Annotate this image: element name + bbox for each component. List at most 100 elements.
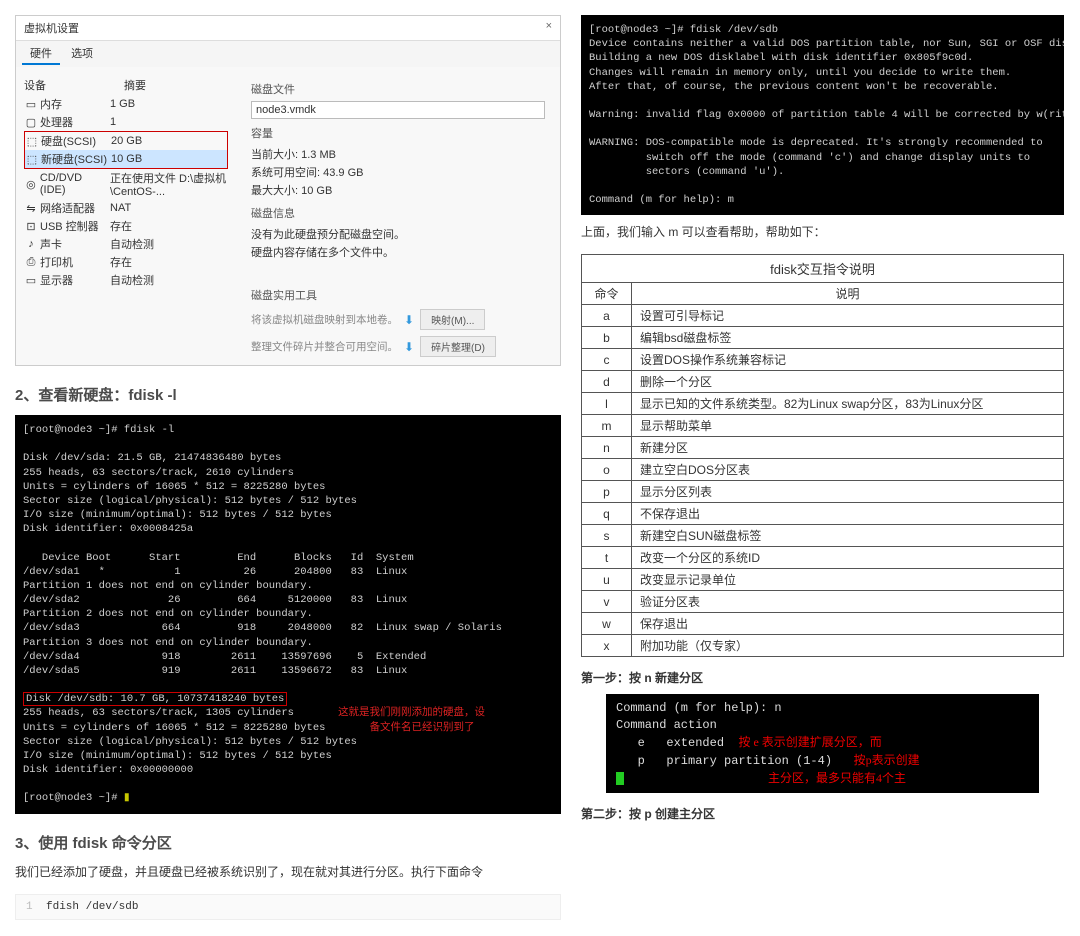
device-icon: ▢: [24, 116, 38, 128]
cursor-icon: [616, 772, 624, 785]
col-summary: 摘要: [124, 77, 146, 93]
table-row: a设置可引导标记: [582, 305, 1064, 327]
tab-hardware[interactable]: 硬件: [22, 43, 60, 65]
table-row: q不保存退出: [582, 503, 1064, 525]
device-icon: ▭: [24, 274, 38, 286]
device-icon: ⇋: [24, 202, 38, 214]
device-summary: 存在: [110, 218, 228, 234]
cmd-cell: q: [582, 503, 632, 525]
table-row: m显示帮助菜单: [582, 415, 1064, 437]
code-content: fdish /dev/sdb: [46, 901, 138, 913]
disk-info-2: 硬盘内容存储在多个文件中。: [251, 243, 545, 261]
cmd-cell: u: [582, 569, 632, 591]
table-row: o建立空白DOS分区表: [582, 459, 1064, 481]
device-row[interactable]: ⬚硬盘(SCSI)20 GB: [25, 132, 227, 150]
device-summary: 1: [110, 116, 228, 128]
device-name: 内存: [40, 96, 62, 112]
tab-options[interactable]: 选项: [63, 43, 101, 63]
close-icon[interactable]: ×: [546, 20, 552, 32]
device-row[interactable]: ▭显示器自动检测: [24, 271, 228, 289]
device-name: 显示器: [40, 272, 73, 288]
terminal-fdisk-sdb: [root@node3 ~]# fdisk /dev/sdb Device co…: [581, 15, 1064, 215]
terminal-fdisk-l: [root@node3 ~]# fdisk -l Disk /dev/sda: …: [15, 415, 561, 814]
device-summary: 存在: [110, 254, 228, 270]
th-command: 命令: [582, 283, 632, 305]
device-icon: ⎙: [24, 256, 38, 268]
desc-cell: 编辑bsd磁盘标签: [632, 327, 1064, 349]
disk-info-label: 磁盘信息: [251, 205, 545, 221]
device-row[interactable]: ▭内存1 GB: [24, 95, 228, 113]
desc-cell: 保存退出: [632, 613, 1064, 635]
desc-cell: 新建空白SUN磁盘标签: [632, 525, 1064, 547]
desc-cell: 显示已知的文件系统类型。82为Linux swap分区，83为Linux分区: [632, 393, 1064, 415]
help-note: 上面，我们输入 m 可以查看帮助，帮助如下：: [581, 223, 1064, 242]
col-device: 设备: [24, 77, 124, 93]
device-name: 新硬盘(SCSI): [41, 151, 107, 167]
step-2-label: 第二步：按 p 创建主分区: [581, 805, 1064, 822]
device-summary: 20 GB: [111, 135, 227, 147]
code-snippet: 1 fdish /dev/sdb: [15, 894, 561, 920]
desc-cell: 建立空白DOS分区表: [632, 459, 1064, 481]
util-text-2: 整理文件碎片并整合可用空间。: [251, 339, 398, 354]
desc-cell: 改变显示记录单位: [632, 569, 1064, 591]
max-size: 最大大小: 10 GB: [251, 181, 545, 199]
cmd-cell: c: [582, 349, 632, 371]
desc-cell: 不保存退出: [632, 503, 1064, 525]
table-row: x附加功能（仅专家）: [582, 635, 1064, 657]
cmd-cell: l: [582, 393, 632, 415]
table-row: l显示已知的文件系统类型。82为Linux swap分区，83为Linux分区: [582, 393, 1064, 415]
line-number: 1: [26, 901, 46, 913]
cmd-cell: a: [582, 305, 632, 327]
device-icon: ⊡: [24, 220, 38, 232]
cmd-cell: v: [582, 591, 632, 613]
note-extended: 按 e 表示创建扩展分区，而: [738, 735, 881, 749]
download-icon: ⬇: [404, 340, 414, 354]
step-1-label: 第一步：按 n 新建分区: [581, 669, 1064, 686]
table-row: n新建分区: [582, 437, 1064, 459]
device-icon: ◎: [24, 178, 38, 190]
disk-file-input[interactable]: node3.vmdk: [251, 101, 545, 119]
body-text-3: 我们已经添加了硬盘，并且硬盘已经被系统识别了，现在就对其进行分区。执行下面命令: [15, 863, 561, 882]
device-row[interactable]: ⎙打印机存在: [24, 253, 228, 271]
device-row[interactable]: ⇋网络适配器 NAT: [24, 199, 228, 217]
device-row[interactable]: ◎CD/DVD (IDE)正在使用文件 D:\虚拟机\CentOS-...: [24, 169, 228, 199]
desc-cell: 设置可引导标记: [632, 305, 1064, 327]
disk-file-label: 磁盘文件: [251, 81, 545, 97]
desc-cell: 附加功能（仅专家）: [632, 635, 1064, 657]
table-row: v验证分区表: [582, 591, 1064, 613]
cmd-cell: n: [582, 437, 632, 459]
cmd-cell: b: [582, 327, 632, 349]
device-icon: ♪: [24, 238, 38, 250]
table-row: u改变显示记录单位: [582, 569, 1064, 591]
device-name: 网络适配器: [40, 200, 95, 216]
device-name: 处理器: [40, 114, 73, 130]
device-row[interactable]: ♪声卡 自动检测: [24, 235, 228, 253]
device-icon: ⬚: [25, 153, 39, 165]
table-row: w保存退出: [582, 613, 1064, 635]
capacity-label: 容量: [251, 125, 545, 141]
device-row[interactable]: ⊡USB 控制器存在: [24, 217, 228, 235]
th-description: 说明: [632, 283, 1064, 305]
cmd-cell: s: [582, 525, 632, 547]
device-row[interactable]: ▢处理器 1: [24, 113, 228, 131]
device-summary: 10 GB: [111, 153, 227, 165]
table-row: s新建空白SUN磁盘标签: [582, 525, 1064, 547]
current-size: 当前大小: 1.3 MB: [251, 145, 545, 163]
dialog-title: 虚拟机设置: [24, 23, 79, 35]
device-summary: NAT: [110, 202, 228, 214]
annotation-2: 备文件名已经识别到了: [370, 722, 475, 733]
sdb-highlight: Disk /dev/sdb: 10.7 GB, 10737418240 byte…: [23, 692, 287, 706]
device-name: 声卡: [40, 236, 62, 252]
defrag-button[interactable]: 碎片整理(D): [420, 336, 496, 357]
device-row[interactable]: ⬚新硬盘(SCSI) 10 GB: [25, 150, 227, 168]
device-summary: 自动检测: [110, 236, 228, 252]
table-row: c设置DOS操作系统兼容标记: [582, 349, 1064, 371]
note-primary-2: 主分区，最多只能有4个主: [768, 771, 906, 785]
heading-2: 2、查看新硬盘：fdisk -l: [15, 384, 561, 405]
desc-cell: 显示分区列表: [632, 481, 1064, 503]
util-text-1: 将该虚拟机磁盘映射到本地卷。: [251, 312, 398, 327]
annotation-1: 这就是我们刚刚添加的硬盘，设: [338, 707, 485, 718]
device-list: 设备 摘要 ▭内存1 GB▢处理器1⬚硬盘(SCSI)20 GB⬚新硬盘(SCS…: [16, 67, 236, 365]
map-button[interactable]: 映射(M)...: [420, 309, 485, 330]
cmd-cell: p: [582, 481, 632, 503]
